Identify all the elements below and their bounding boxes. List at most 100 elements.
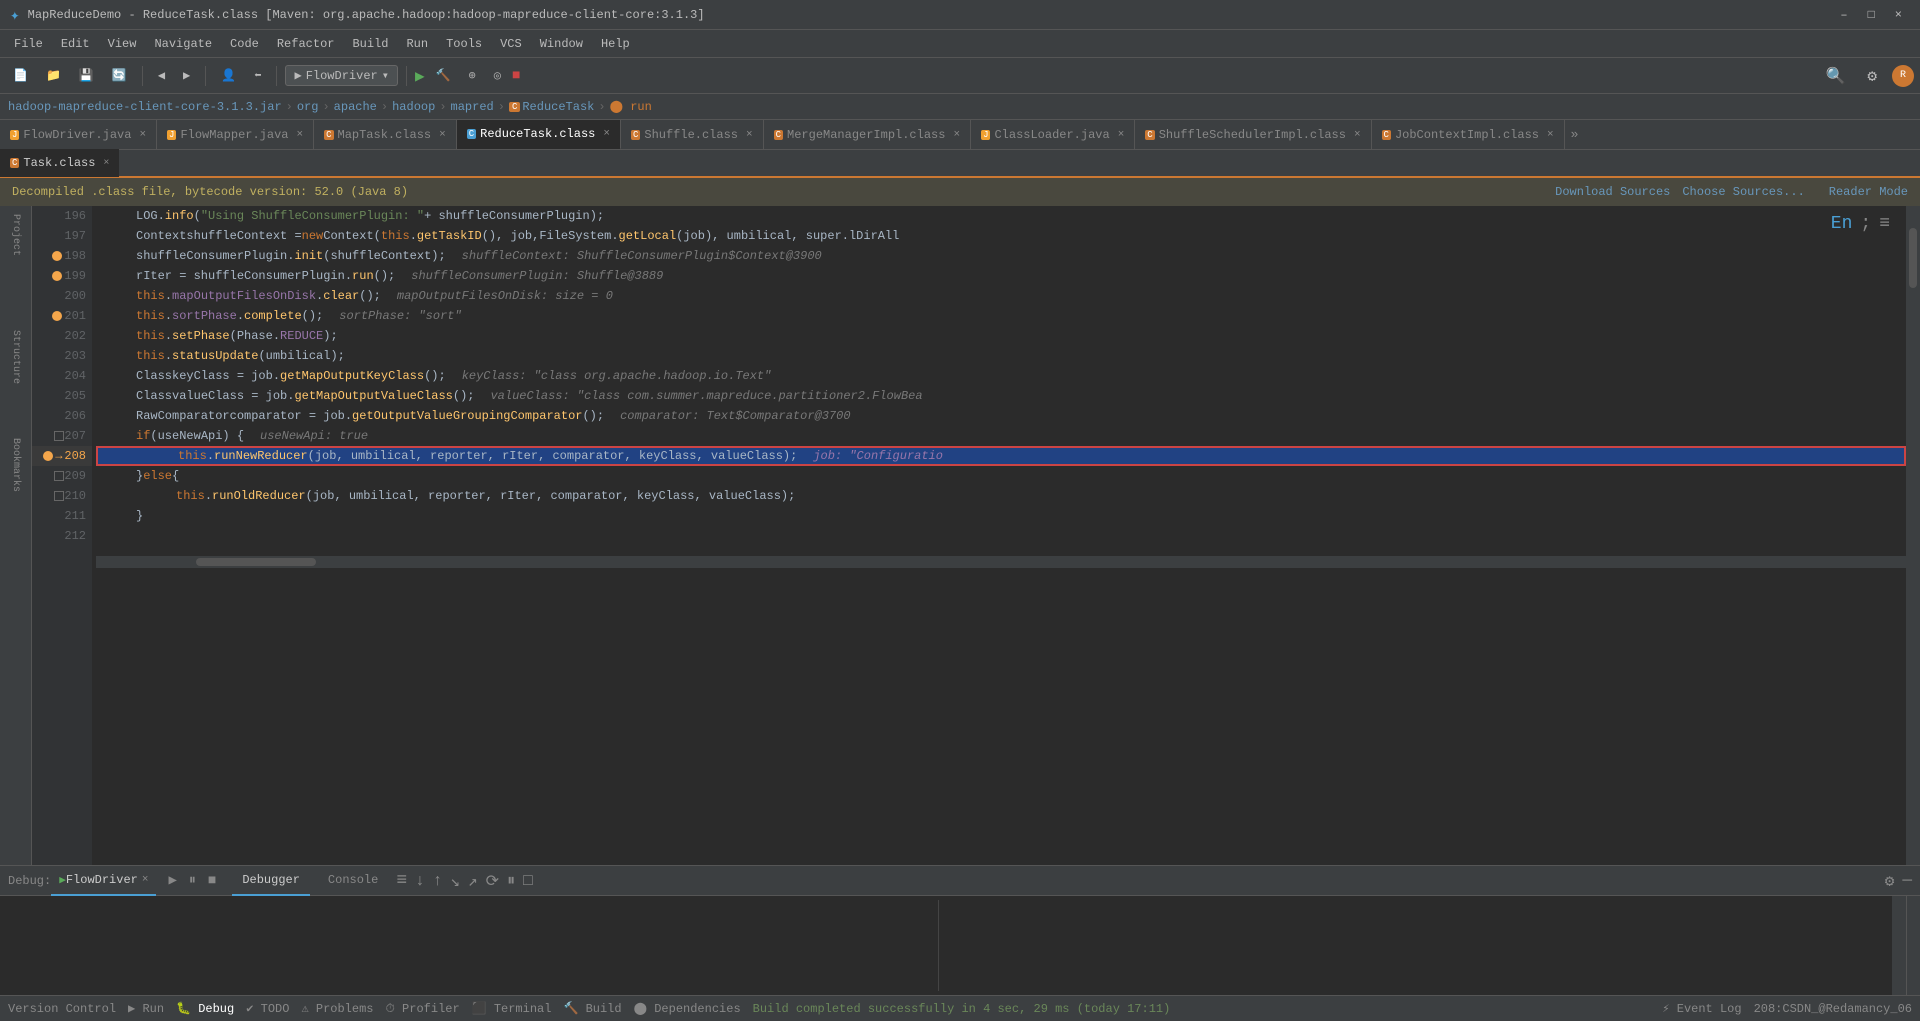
fold-marker-210[interactable] [54, 491, 64, 501]
stop-debug-icon[interactable]: □ [523, 872, 533, 890]
horizontal-scrollbar[interactable] [96, 556, 1906, 568]
settings-button[interactable]: ⚙ [1860, 63, 1884, 89]
fold-marker-207[interactable] [54, 431, 64, 441]
profiler-btn[interactable]: ⏱ Profiler [386, 1002, 460, 1016]
breadcrumb-hadoop[interactable]: hadoop [392, 100, 435, 114]
breakpoint-198[interactable] [52, 251, 62, 261]
menu-edit[interactable]: Edit [53, 35, 98, 53]
close-button[interactable]: × [1887, 6, 1910, 24]
step-into-icon[interactable]: ↓ [415, 872, 425, 890]
bookmarks-panel-btn[interactable]: Bookmarks [10, 438, 21, 492]
user-avatar[interactable]: R [1892, 65, 1914, 87]
tab-close-classloader[interactable]: × [1118, 129, 1125, 141]
run-button[interactable]: ▶ [415, 66, 425, 86]
breakpoint-201[interactable] [52, 311, 62, 321]
project-panel-btn[interactable]: Project [10, 214, 21, 256]
tab-close-reducetask[interactable]: × [603, 128, 610, 140]
tab-flowdriver[interactable]: J FlowDriver.java × [0, 120, 157, 150]
menu-build[interactable]: Build [344, 35, 396, 53]
debug-settings-icon[interactable]: ⚙ [1885, 871, 1895, 891]
debug-scrollbar[interactable] [1892, 896, 1906, 995]
breakpoint-208[interactable] [43, 451, 53, 461]
run-status-btn[interactable]: ▶ Run [128, 1001, 164, 1016]
tab-classloader[interactable]: J ClassLoader.java × [971, 120, 1135, 150]
step-out-icon[interactable]: ↑ [433, 872, 443, 890]
version-control-btn[interactable]: Version Control [8, 1002, 116, 1016]
maximize-button[interactable]: □ [1860, 6, 1883, 24]
breadcrumb-mapred[interactable]: mapred [451, 100, 494, 114]
toolbar-save-btn[interactable]: 💾 [72, 65, 101, 86]
menu-vcs[interactable]: VCS [492, 35, 530, 53]
tab-mergemanager[interactable]: C MergeManagerImpl.class × [764, 120, 971, 150]
breadcrumb-apache[interactable]: apache [334, 100, 377, 114]
problems-btn[interactable]: ⚠ Problems [301, 1001, 373, 1016]
tab-close-flowmapper[interactable]: × [296, 129, 303, 141]
dependencies-btn[interactable]: ⬤ Dependencies [634, 1001, 741, 1016]
toolbar-back-btn[interactable]: ◀ [151, 65, 172, 86]
run-config-dropdown[interactable]: ▶ FlowDriver ▾ [285, 65, 397, 86]
debug-session-close[interactable]: × [142, 874, 149, 886]
debugger-tab[interactable]: Debugger [232, 866, 310, 896]
toolbar-new-btn[interactable]: 📄 [6, 65, 35, 86]
debug-stop-btn[interactable]: ■ [204, 871, 220, 891]
tab-task-class[interactable]: C Task.class × [0, 149, 119, 177]
debug-resume-btn[interactable]: ▶ [164, 870, 180, 891]
debug-minimize-icon[interactable]: ─ [1902, 872, 1912, 890]
tab-close-mergemanager[interactable]: × [953, 129, 960, 141]
tab-close-flowdriver[interactable]: × [139, 129, 146, 141]
menu-code[interactable]: Code [222, 35, 267, 53]
profile-button[interactable]: ◎ [487, 65, 508, 86]
titlebar-controls[interactable]: – □ × [1832, 6, 1910, 24]
download-sources-link[interactable]: Download Sources [1555, 185, 1670, 199]
force-step-icon[interactable]: ↗ [468, 871, 478, 891]
step-over-icon[interactable]: ≡ [396, 871, 407, 891]
menu-view[interactable]: View [100, 35, 145, 53]
menu-refactor[interactable]: Refactor [269, 35, 343, 53]
todo-btn[interactable]: ✔ TODO [246, 1001, 289, 1016]
reader-mode-link[interactable]: Reader Mode [1829, 185, 1908, 199]
toolbar-forward-btn[interactable]: ▶ [176, 65, 197, 86]
horizontal-scrollbar-thumb[interactable] [196, 558, 316, 566]
tab-close-maptask[interactable]: × [439, 129, 446, 141]
debug-status-btn[interactable]: 🐛 Debug [176, 1001, 234, 1016]
build-button[interactable]: 🔨 [429, 65, 458, 86]
menu-window[interactable]: Window [532, 35, 591, 53]
tab-jobcontext[interactable]: C JobContextImpl.class × [1372, 120, 1565, 150]
step-run-cursor-icon[interactable]: ↘ [450, 871, 460, 891]
choose-sources-link[interactable]: Choose Sources... [1682, 185, 1804, 199]
tab-shuffle[interactable]: C Shuffle.class × [621, 120, 764, 150]
tab-maptask[interactable]: C MapTask.class × [314, 120, 457, 150]
event-log-btn[interactable]: ⚡ Event Log [1662, 1001, 1741, 1016]
tab-close-shuffle[interactable]: × [746, 129, 753, 141]
structure-panel-btn[interactable]: Structure [10, 330, 21, 384]
menu-help[interactable]: Help [593, 35, 638, 53]
menu-tools[interactable]: Tools [438, 35, 490, 53]
tab-close-shufflescheduler[interactable]: × [1354, 129, 1361, 141]
tab-shufflescheduler[interactable]: C ShuffleSchedulerImpl.class × [1135, 120, 1371, 150]
breadcrumb-run[interactable]: ⬤ run [610, 99, 652, 114]
menu-navigate[interactable]: Navigate [146, 35, 220, 53]
toolbar-nav-btn[interactable]: ⬅ [247, 65, 268, 86]
console-tab[interactable]: Console [318, 866, 388, 896]
tab-flowmapper[interactable]: J FlowMapper.java × [157, 120, 314, 150]
stop-button[interactable]: ■ [512, 68, 520, 84]
tab-reducetask[interactable]: C ReduceTask.class × [457, 120, 621, 150]
toolbar-sync-btn[interactable]: 🔄 [105, 65, 134, 86]
breadcrumb-org[interactable]: org [297, 100, 319, 114]
breakpoint-199[interactable] [52, 271, 62, 281]
debug-session-tab[interactable]: ▶ FlowDriver × [51, 866, 156, 896]
menu-file[interactable]: File [6, 35, 51, 53]
tab-close-task[interactable]: × [103, 158, 109, 169]
frames-icon[interactable]: ⏸ [507, 872, 515, 890]
evaluate-icon[interactable]: ⟳ [486, 871, 499, 891]
tabs-more-button[interactable]: » [1565, 127, 1585, 142]
minimize-button[interactable]: – [1832, 6, 1855, 24]
breadcrumb-jar[interactable]: hadoop-mapreduce-client-core-3.1.3.jar [8, 100, 282, 114]
breadcrumb-reducetask[interactable]: C ReduceTask [509, 99, 594, 114]
terminal-btn[interactable]: ⬛ Terminal [472, 1001, 552, 1016]
search-button[interactable]: 🔍 [1818, 63, 1852, 89]
toolbar-open-btn[interactable]: 📁 [39, 65, 68, 86]
menu-run[interactable]: Run [398, 35, 436, 53]
vertical-scrollbar-thumb[interactable] [1909, 228, 1917, 288]
tab-close-jobcontext[interactable]: × [1547, 129, 1554, 141]
